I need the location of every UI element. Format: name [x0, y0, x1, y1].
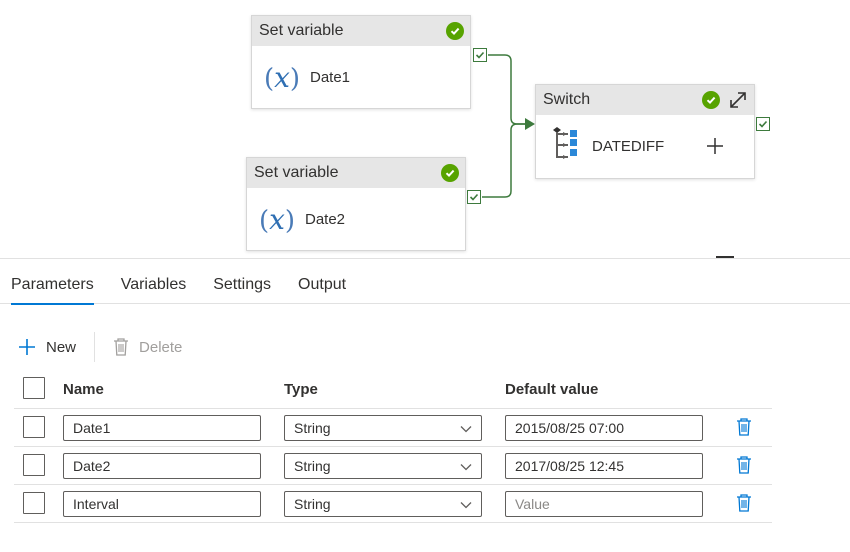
parameter-name-input[interactable]	[63, 415, 261, 441]
activity-header: Set variable	[252, 16, 470, 46]
panel-tabs: Parameters Variables Settings Output	[0, 259, 850, 305]
checkbox-check-icon[interactable]	[467, 190, 481, 204]
parameter-name-input[interactable]	[63, 453, 261, 479]
activity-type-label: Switch	[543, 91, 591, 108]
tab-parameters[interactable]: Parameters	[11, 259, 94, 305]
variable-icon: (x)	[263, 60, 301, 94]
parameters-toolbar: New Delete	[18, 332, 182, 362]
connector-date1-to-switch	[488, 54, 527, 125]
delete-button-label: Delete	[139, 338, 183, 356]
parameter-default-value-input[interactable]	[505, 453, 703, 479]
pipeline-canvas[interactable]: Set variable (x) Date1 Set variable (x) …	[0, 0, 850, 258]
row-checkbox[interactable]	[23, 416, 45, 438]
parameter-default-value-input[interactable]	[505, 491, 703, 517]
row-checkbox[interactable]	[23, 454, 45, 476]
type-selected-value: String	[294, 458, 331, 474]
activity-name: DATEDIFF	[592, 137, 665, 155]
plus-icon	[18, 338, 36, 356]
checkbox-check-icon[interactable]	[756, 117, 770, 131]
activity-set-variable-date1[interactable]: Set variable (x) Date1	[251, 15, 471, 109]
row-checkbox[interactable]	[23, 492, 45, 514]
tab-settings[interactable]: Settings	[213, 259, 271, 304]
plus-icon[interactable]	[706, 137, 724, 155]
table-header-row: Name Type Default value	[14, 369, 772, 409]
check-circle-icon	[702, 91, 720, 109]
type-selected-value: String	[294, 420, 331, 436]
trash-icon[interactable]	[736, 456, 752, 474]
activity-name: Date1	[310, 68, 351, 86]
toolbar-divider	[94, 332, 96, 362]
parameter-default-value-input[interactable]	[505, 415, 703, 441]
tab-variables[interactable]: Variables	[121, 259, 187, 304]
table-row: String	[14, 409, 772, 447]
connector-arrowhead	[525, 118, 535, 130]
chevron-down-icon	[460, 458, 472, 474]
delete-button[interactable]: Delete	[113, 338, 182, 356]
activity-header: Set variable	[247, 158, 465, 188]
chevron-down-icon	[460, 420, 472, 436]
select-all-checkbox[interactable]	[23, 377, 45, 399]
trash-icon[interactable]	[736, 418, 752, 436]
activity-type-label: Set variable	[259, 22, 344, 39]
parameter-type-select[interactable]: String	[284, 491, 482, 517]
activity-type-label: Set variable	[254, 164, 339, 181]
switch-branch-icon	[550, 126, 580, 166]
checkbox-check-icon[interactable]	[473, 48, 487, 62]
column-header-type: Type	[284, 381, 318, 398]
activity-name: Date2	[305, 210, 346, 228]
properties-panel: Parameters Variables Settings Output New…	[0, 258, 850, 552]
activity-set-variable-date2[interactable]: Set variable (x) Date2	[246, 157, 466, 251]
tab-output[interactable]: Output	[298, 259, 346, 304]
check-circle-icon	[446, 22, 464, 40]
table-row: String	[14, 447, 772, 485]
parameter-name-input[interactable]	[63, 491, 261, 517]
connector-date2-to-switch	[482, 123, 527, 198]
trash-icon[interactable]	[736, 494, 752, 512]
activity-header: Switch	[536, 85, 754, 115]
variable-icon: (x)	[258, 202, 296, 236]
activity-switch-datediff[interactable]: Switch DATEDIFF	[535, 84, 755, 179]
expand-diagonal-icon[interactable]	[728, 90, 748, 110]
table-row: String	[14, 485, 772, 523]
parameter-type-select[interactable]: String	[284, 453, 482, 479]
trash-icon	[113, 338, 129, 356]
check-circle-icon	[441, 164, 459, 182]
parameters-table: Name Type Default value String	[14, 369, 772, 523]
chevron-down-icon	[460, 496, 472, 512]
column-header-name: Name	[63, 381, 104, 398]
type-selected-value: String	[294, 496, 331, 512]
new-button[interactable]: New	[18, 338, 76, 356]
new-button-label: New	[46, 338, 77, 356]
parameter-type-select[interactable]: String	[284, 415, 482, 441]
column-header-default-value: Default value	[505, 381, 599, 398]
